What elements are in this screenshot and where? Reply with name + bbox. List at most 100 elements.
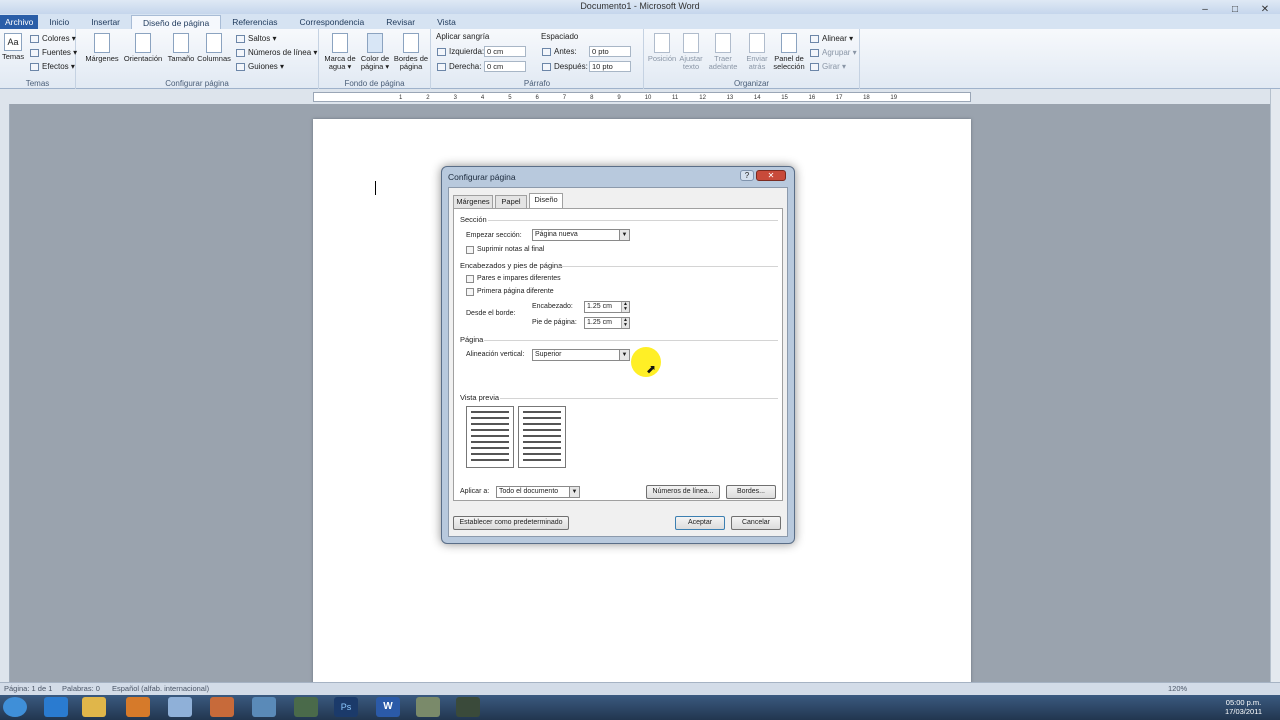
vertical-ruler[interactable] xyxy=(0,104,10,682)
temas-button[interactable]: Aa Temas xyxy=(2,33,24,61)
traer-adelante-button[interactable]: Traer adelante xyxy=(706,33,740,71)
bordes-pagina-button[interactable]: Bordes de página xyxy=(393,33,429,71)
spacing-after-input[interactable]: 10 pto xyxy=(589,61,631,72)
status-idioma[interactable]: Español (alfab. internacional) xyxy=(112,683,209,695)
enviar-atras-button[interactable]: Enviar atrás xyxy=(742,33,772,71)
start-button-icon[interactable] xyxy=(3,697,27,717)
tab-referencias[interactable]: Referencias xyxy=(221,15,288,29)
spinner-icon[interactable]: ▲ ▼ xyxy=(621,318,629,328)
ruler-tick: 15 xyxy=(781,95,788,101)
pie-label: Pie de página: xyxy=(532,319,577,326)
tab-margenes[interactable]: Márgenes xyxy=(453,195,493,208)
margins-icon xyxy=(94,33,110,53)
ribbon: Aa Temas Colores ▾ Fuentes ▾ Efectos ▾ T… xyxy=(0,29,1280,89)
ajustar-texto-button[interactable]: Ajustar texto xyxy=(678,33,704,71)
desde-borde-label: Desde el borde: xyxy=(466,310,516,317)
spacing-before-input[interactable]: 0 pto xyxy=(589,46,631,57)
spinner-icon[interactable]: ▲ ▼ xyxy=(621,302,629,312)
divider xyxy=(558,266,778,267)
text-cursor xyxy=(375,181,376,195)
dialog-close-icon[interactable]: ✕ xyxy=(756,170,786,181)
espaciado-despues-row: Después: 10 pto xyxy=(542,61,631,72)
itunes-icon[interactable] xyxy=(168,697,192,717)
suprimir-checkbox[interactable] xyxy=(466,246,474,254)
cancelar-button[interactable]: Cancelar xyxy=(731,516,781,530)
columnas-button[interactable]: Columnas xyxy=(196,33,232,63)
agrupar-button[interactable]: Agrupar ▾ xyxy=(810,48,857,57)
marca-agua-button[interactable]: Marca de agua ▾ xyxy=(322,33,358,71)
tab-papel[interactable]: Papel xyxy=(495,195,527,208)
status-palabras[interactable]: Palabras: 0 xyxy=(62,683,100,695)
app-icon[interactable] xyxy=(456,697,480,717)
ribbon-tabs: Archivo Inicio Insertar Diseño de página… xyxy=(0,14,1280,29)
tab-correspondencia[interactable]: Correspondencia xyxy=(289,15,376,29)
colores-button[interactable]: Colores ▾ xyxy=(30,34,76,43)
tab-vista[interactable]: Vista xyxy=(426,15,467,29)
chevron-down-icon[interactable]: ▼ xyxy=(619,350,629,360)
efectos-button[interactable]: Efectos ▾ xyxy=(30,62,75,71)
preview-page-left xyxy=(466,406,514,468)
tamano-button[interactable]: Tamaño xyxy=(166,33,196,63)
vertical-scrollbar[interactable] xyxy=(1270,89,1280,682)
ruler-tick: 1 xyxy=(399,95,403,101)
bordes-button[interactable]: Bordes... xyxy=(726,485,776,499)
group-label-temas: Temas xyxy=(25,79,50,88)
alineacion-select[interactable]: Superior ▼ xyxy=(532,349,630,361)
margenes-button[interactable]: Márgenes xyxy=(84,33,120,63)
indent-right-input[interactable]: 0 cm xyxy=(484,61,526,72)
establecer-predeterminado-button[interactable]: Establecer como predeterminado xyxy=(453,516,569,530)
tab-diseno[interactable]: Diseño xyxy=(529,193,563,208)
group-parrafo: Aplicar sangría Izquierda: 0 cm Derecha: 0… xyxy=(431,29,644,89)
guiones-button[interactable]: Guiones ▾ xyxy=(236,62,284,71)
empezar-select[interactable]: Página nueva ▼ xyxy=(532,229,630,241)
aceptar-button[interactable]: Aceptar xyxy=(675,516,725,530)
fuentes-button[interactable]: Fuentes ▾ xyxy=(30,48,77,57)
media-player-icon[interactable] xyxy=(126,697,150,717)
app-icon[interactable] xyxy=(210,697,234,717)
chevron-down-icon[interactable]: ▼ xyxy=(619,230,629,240)
aplicar-label: Aplicar a: xyxy=(460,488,490,495)
help-icon[interactable]: ? xyxy=(740,170,754,181)
selection-pane-icon xyxy=(781,33,797,53)
app-icon[interactable] xyxy=(294,697,318,717)
primera-checkbox[interactable] xyxy=(466,288,474,296)
status-zoom[interactable]: 120% xyxy=(1168,683,1187,695)
numeros-linea-button[interactable]: Números de línea ▾ xyxy=(236,48,317,57)
ruler-tick: 10 xyxy=(644,95,652,101)
chevron-down-icon[interactable]: ▼ xyxy=(569,487,579,497)
saltos-button[interactable]: Saltos ▾ xyxy=(236,34,276,43)
encabezado-input[interactable]: 1.25 cm ▲ ▼ xyxy=(584,301,630,313)
tab-diseno-pagina[interactable]: Diseño de página xyxy=(131,15,222,29)
numeros-linea-button[interactable]: Números de línea... xyxy=(646,485,720,499)
girar-button[interactable]: Girar ▾ xyxy=(810,62,846,71)
posicion-button[interactable]: Posición xyxy=(646,33,678,63)
ruler-tick: 11 xyxy=(672,95,679,101)
pie-value: 1.25 cm xyxy=(587,319,612,326)
pie-input[interactable]: 1.25 cm ▲ ▼ xyxy=(584,317,630,329)
tab-revisar[interactable]: Revisar xyxy=(375,15,426,29)
clock[interactable]: 05:00 p.m. 17/03/2011 xyxy=(1225,698,1262,716)
status-pagina[interactable]: Página: 1 de 1 xyxy=(4,683,52,695)
color-pagina-button[interactable]: Color de página ▾ xyxy=(358,33,392,71)
ie-icon[interactable] xyxy=(44,697,68,717)
word-icon[interactable]: W xyxy=(376,697,400,717)
folder-icon[interactable] xyxy=(82,697,106,717)
horizontal-ruler[interactable]: 1 2 3 4 5 6 7 8 9 10 11 12 13 14 15 16 17 18 19 xyxy=(313,92,971,102)
photoshop-icon[interactable]: Ps xyxy=(334,697,358,717)
empezar-value: Página nueva xyxy=(535,231,578,238)
indent-left-input[interactable]: 0 cm xyxy=(484,46,526,57)
tab-archivo[interactable]: Archivo xyxy=(0,15,39,29)
network-icon[interactable] xyxy=(252,697,276,717)
group-fondo-pagina: Marca de agua ▾ Color de página ▾ Bordes… xyxy=(319,29,431,89)
ruler-tick: 4 xyxy=(480,95,485,101)
ruler-tick: 17 xyxy=(835,95,843,101)
panel-seleccion-button[interactable]: Panel de selección xyxy=(772,33,806,71)
aplicar-select[interactable]: Todo el documento ▼ xyxy=(496,486,580,498)
pares-checkbox[interactable] xyxy=(466,275,474,283)
tab-panel-diseno: Sección Empezar sección: Página nueva ▼ … xyxy=(453,208,783,501)
app-icon[interactable] xyxy=(416,697,440,717)
alinear-button[interactable]: Alinear ▾ xyxy=(810,34,853,43)
orientacion-button[interactable]: Orientación xyxy=(122,33,164,63)
tab-inicio[interactable]: Inicio xyxy=(38,15,80,29)
tab-insertar[interactable]: Insertar xyxy=(80,15,131,29)
